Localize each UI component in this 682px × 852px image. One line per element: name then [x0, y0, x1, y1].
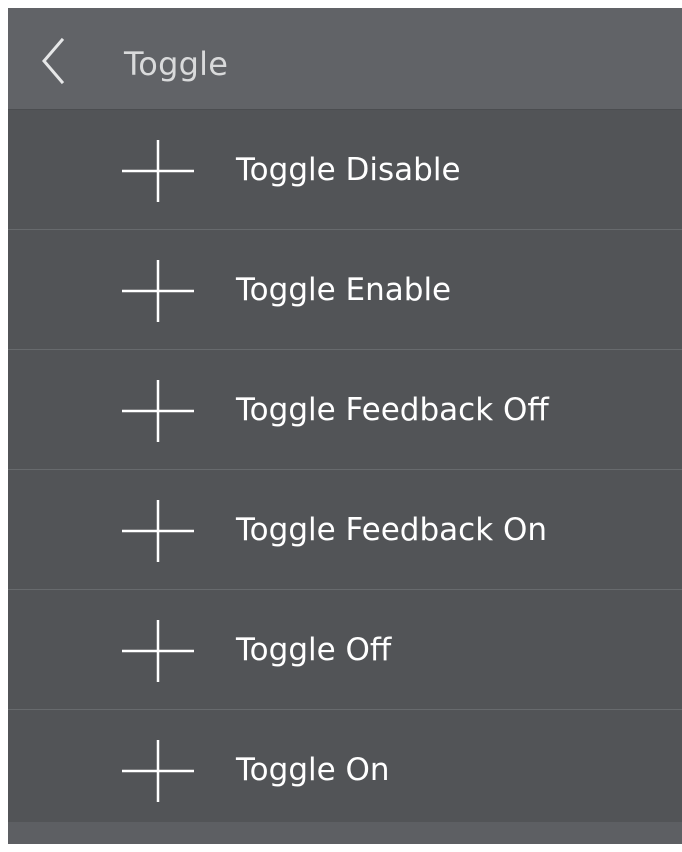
app-frame: Toggle Toggle Disable Toggle Enable Togg… [8, 8, 682, 844]
toggle-list: Toggle Disable Toggle Enable Toggle Feed… [8, 110, 682, 830]
list-item-label: Toggle Off [236, 632, 392, 668]
list-item-label: Toggle Disable [236, 152, 461, 188]
list-item-label: Toggle Feedback Off [236, 392, 549, 428]
list-item-label: Toggle Enable [236, 272, 452, 308]
plus-icon [122, 260, 194, 322]
plus-icon [122, 620, 194, 682]
list-item-toggle-enable[interactable]: Toggle Enable [8, 230, 682, 350]
page-title: Toggle [124, 45, 229, 83]
list-item-label: Toggle On [236, 752, 390, 788]
plus-icon [122, 140, 194, 202]
list-item-toggle-disable[interactable]: Toggle Disable [8, 110, 682, 230]
back-button[interactable] [32, 36, 78, 86]
plus-icon [122, 500, 194, 562]
list-item-label: Toggle Feedback On [236, 512, 548, 548]
footer-strip [8, 822, 682, 844]
list-item-toggle-off[interactable]: Toggle Off [8, 590, 682, 710]
list-item-toggle-on[interactable]: Toggle On [8, 710, 682, 830]
list-item-toggle-feedback-on[interactable]: Toggle Feedback On [8, 470, 682, 590]
chevron-left-icon [32, 36, 78, 86]
plus-icon [122, 380, 194, 442]
list-item-toggle-feedback-off[interactable]: Toggle Feedback Off [8, 350, 682, 470]
plus-icon [122, 740, 194, 802]
header-bar: Toggle [8, 8, 682, 110]
